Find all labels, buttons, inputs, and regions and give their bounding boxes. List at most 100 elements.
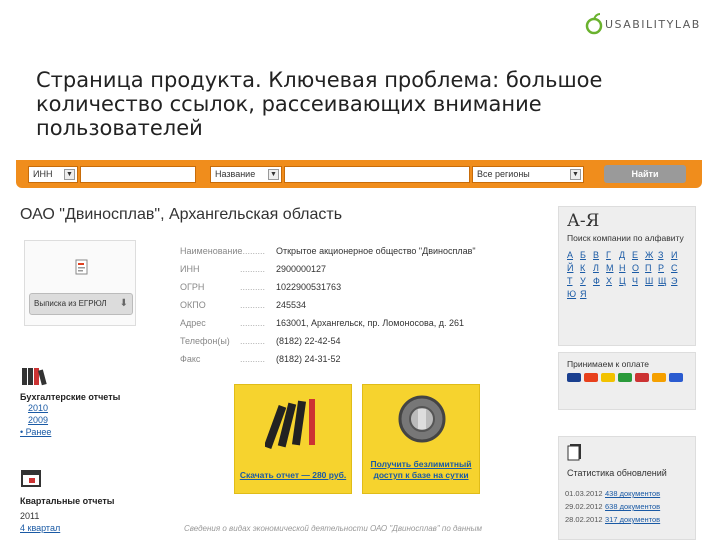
alphabet-letter-link[interactable]: Ш	[645, 276, 657, 286]
alphabet-letter-link[interactable]: С	[671, 263, 683, 273]
stats-docs-link[interactable]: 438 документов	[605, 487, 660, 500]
name-input[interactable]	[284, 166, 470, 183]
region-select[interactable]: Все регионы ▼	[472, 166, 584, 183]
document-icon	[75, 259, 88, 275]
stats-row: 01.03.2012 438 документов	[559, 487, 695, 500]
stats-date: 28.02.2012	[565, 515, 603, 524]
report-link-2009[interactable]: 2009	[20, 414, 120, 426]
chevron-down-icon[interactable]: ▼	[570, 169, 581, 180]
download-report-link[interactable]: Скачать отчет — 280 руб.	[235, 470, 351, 481]
quarter-4-link[interactable]: 4 квартал	[20, 522, 114, 534]
stats-date: 29.02.2012	[565, 502, 603, 511]
stats-docs-link[interactable]: 317 документов	[605, 513, 660, 526]
report-link-2010[interactable]: 2010	[20, 402, 120, 414]
info-row: Адрес.......... 163001, Архангельск, пр. …	[180, 314, 476, 332]
search-input[interactable]	[80, 166, 196, 183]
info-dots: ..........	[240, 318, 266, 328]
info-value: 245534	[276, 300, 307, 310]
unlimited-access-link[interactable]: Получить безлимитный доступ к базе на су…	[363, 459, 479, 481]
stats-list: 01.03.2012 438 документов 29.02.2012 638 до…	[559, 487, 695, 526]
stats-row: 29.02.2012 638 документов	[559, 500, 695, 513]
find-button[interactable]: Найти	[604, 165, 686, 183]
apple-logo-icon	[585, 13, 603, 35]
alphabet-letter-link[interactable]: Щ	[658, 276, 670, 286]
slide-title: Страница продукта. Ключевая проблема: бо…	[36, 68, 603, 140]
alphabet-letter-link[interactable]: Я	[580, 289, 592, 299]
chevron-down-icon[interactable]: ▼	[268, 169, 279, 180]
payment-title: Принимаем к оплате	[567, 359, 649, 369]
alphabet-letter-link[interactable]: З	[658, 250, 670, 260]
alphabet-letter-link[interactable]: О	[632, 263, 644, 273]
info-key: Наименование	[180, 246, 243, 256]
alphabet-letter-link[interactable]: Ц	[619, 276, 631, 286]
alphabet-letter-link[interactable]: Д	[619, 250, 631, 260]
safe-icon	[398, 395, 446, 443]
earlier-reports-link[interactable]: • Ранее	[20, 426, 120, 438]
mastercard-icon	[584, 373, 598, 382]
alphabet-letter-link[interactable]: Э	[671, 276, 683, 286]
info-row: Наименование.......... Открытое акционерн…	[180, 242, 476, 260]
alphabet-letter-link[interactable]: К	[580, 263, 592, 273]
download-icon: ⬇	[119, 298, 128, 309]
stats-date: 01.03.2012	[565, 489, 603, 498]
extract-card: Выписка из ЕГРЮЛ ⬇	[24, 240, 136, 326]
unlimited-access-promo[interactable]: Получить безлимитный доступ к базе на су…	[362, 384, 480, 494]
info-key: Факс	[180, 354, 201, 364]
stats-docs-link[interactable]: 638 документов	[605, 500, 660, 513]
alphabet-letter-link[interactable]: Л	[593, 263, 605, 273]
info-row: ОКПО.......... 245534	[180, 296, 476, 314]
quarterly-year: 2011	[20, 511, 40, 521]
alphabet-letter-link[interactable]: Ф	[593, 276, 605, 286]
egrul-extract-label: Выписка из ЕГРЮЛ	[34, 299, 107, 308]
stats-row: 28.02.2012 317 документов	[559, 513, 695, 526]
name-select[interactable]: Название ▼	[210, 166, 282, 183]
quarterly-title: Квартальные отчеты	[20, 496, 115, 506]
info-key: ОКПО	[180, 300, 206, 310]
info-dots: ..........	[240, 354, 266, 364]
info-dots: ..........	[240, 336, 266, 346]
alphabet-letter-link[interactable]: Й	[567, 263, 579, 273]
alphabet-letter-link[interactable]: Ю	[567, 289, 579, 299]
folders-icon	[22, 368, 47, 386]
info-value: (8182) 22-42-54	[276, 336, 341, 346]
alphabet-letter-link[interactable]: Ж	[645, 250, 657, 260]
alphabet-letter-link[interactable]: Т	[567, 276, 579, 286]
download-report-promo[interactable]: Скачать отчет — 280 руб.	[234, 384, 352, 494]
chevron-down-icon[interactable]: ▼	[64, 169, 75, 180]
info-key: ОГРН	[180, 282, 205, 292]
sms-icon	[635, 373, 649, 382]
info-value: 2900000127	[276, 264, 327, 274]
info-row: Телефон(ы).......... (8182) 22-42-54	[180, 332, 476, 350]
info-key: Адрес	[180, 318, 206, 328]
logo-text: USABILITYLAB	[605, 17, 701, 31]
inn-select[interactable]: ИНН ▼	[28, 166, 78, 183]
info-dots: ..........	[240, 264, 266, 274]
alphabet-letter-link[interactable]: В	[593, 250, 605, 260]
alphabet-letter-link[interactable]: Ч	[632, 276, 644, 286]
alphabet-letter-link[interactable]: Б	[580, 250, 592, 260]
alphabet-letter-link[interactable]: А	[567, 250, 579, 260]
info-row: Факс.......... (8182) 24-31-52	[180, 350, 476, 368]
alphabet-letter-link[interactable]: И	[671, 250, 683, 260]
info-key: Телефон(ы)	[180, 336, 230, 346]
alphabet-letter-link[interactable]: М	[606, 263, 618, 273]
info-value: Открытое акционерное общество "Двиноспла…	[276, 246, 476, 256]
alphabet-letter-link[interactable]: У	[580, 276, 592, 286]
company-title: ОАО "Двиносплав", Архангельская область	[20, 206, 343, 223]
name-select-label: Название	[215, 169, 256, 179]
alphabet-letter-link[interactable]: Х	[606, 276, 618, 286]
alphabet-letter-link[interactable]: Н	[619, 263, 631, 273]
paypal-icon	[669, 373, 683, 382]
egrul-extract-button[interactable]: Выписка из ЕГРЮЛ ⬇	[29, 293, 133, 315]
alphabet-letters: АБВГДЕЖЗИ ЙКЛМНОПРС ТУФХЦЧШЩЭ ЮЯ	[559, 244, 695, 305]
yandex-money-icon	[601, 373, 615, 382]
alphabet-letter-link[interactable]: Р	[658, 263, 670, 273]
inn-select-label: ИНН	[33, 169, 53, 179]
document-stack-icon	[567, 444, 581, 461]
alphabet-letter-link[interactable]: П	[645, 263, 657, 273]
quarterly-section: Квартальные отчеты 2011 4 квартал	[20, 468, 114, 534]
alphabet-letter-link[interactable]: Г	[606, 250, 618, 260]
visa-icon	[567, 373, 581, 382]
alphabet-letter-link[interactable]: Е	[632, 250, 644, 260]
info-dots: ..........	[240, 300, 266, 310]
